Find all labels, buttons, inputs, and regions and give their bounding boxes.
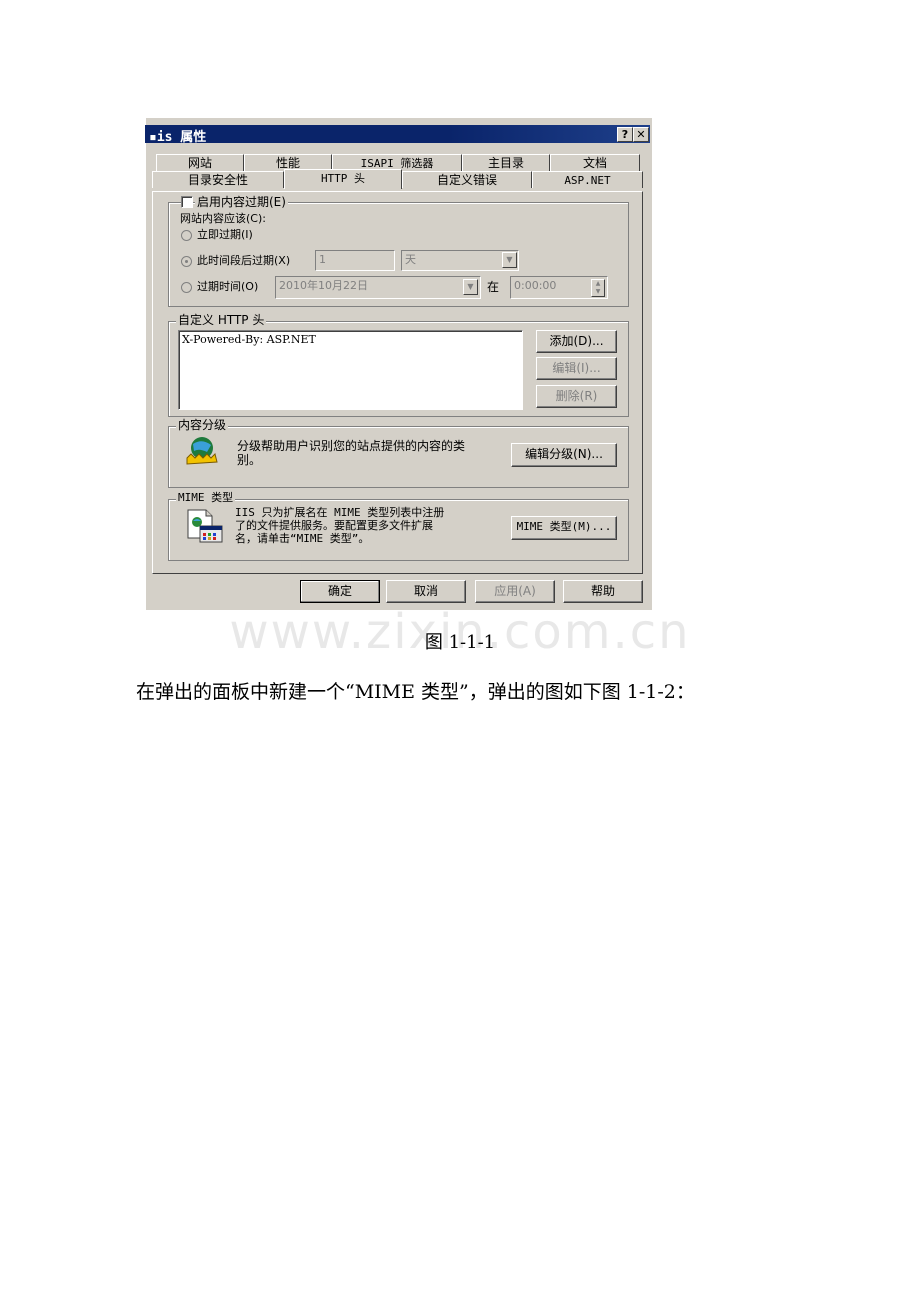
add-header-button[interactable]: 添加(D)... <box>536 330 617 353</box>
mime-types-button[interactable]: MIME 类型(M)... <box>511 516 617 540</box>
content-rating-label: 内容分级 <box>176 418 229 432</box>
body-paragraph: 在弹出的面板中新建一个“MIME 类型”，弹出的图如下图 1-1-2： <box>136 681 695 703</box>
edit-rating-button[interactable]: 编辑分级(N)... <box>511 443 617 467</box>
expire-on-radio[interactable] <box>181 282 192 293</box>
rating-globe-icon <box>186 437 218 465</box>
rating-text-2: 别。 <box>237 453 262 467</box>
mime-text-2: 了的文件提供服务。要配置更多文件扩展 <box>235 519 433 532</box>
list-item[interactable]: X-Powered-By: ASP.NET <box>182 333 316 347</box>
expire-on-label: 过期时间(O) <box>197 280 259 293</box>
screenshot-dialog: ▪is 属性 ? ✕ 网站 性能 ISAPI 筛选器 主目录 文档 目录安全性 … <box>142 118 652 610</box>
title-bar: ▪is 属性 ? ✕ <box>145 125 650 145</box>
tab-documents[interactable]: 文档 <box>550 154 640 171</box>
ok-button[interactable]: 确定 <box>300 580 380 603</box>
figure-caption: 图 1-1-1 <box>424 632 496 653</box>
tab-home-directory[interactable]: 主目录 <box>462 154 550 171</box>
http-headers-list[interactable]: X-Powered-By: ASP.NET <box>178 330 523 410</box>
custom-http-label: 自定义 HTTP 头 <box>176 313 267 327</box>
period-unit-value: 天 <box>405 253 416 266</box>
apply-button[interactable]: 应用(A) <box>475 580 555 603</box>
help-button[interactable]: 帮助 <box>563 580 643 603</box>
edit-header-button[interactable]: 编辑(I)... <box>536 357 617 380</box>
expire-date-value: 2010年10月22日 <box>279 279 368 292</box>
expire-immediately-label: 立即过期(I) <box>197 228 253 241</box>
period-value-input[interactable]: 1 <box>315 250 395 271</box>
tab-http-headers[interactable]: HTTP 头 <box>284 169 402 189</box>
expire-after-label: 此时间段后过期(X) <box>197 254 291 267</box>
at-label: 在 <box>487 280 500 294</box>
content-should-label: 网站内容应该(C): <box>180 212 266 225</box>
tab-website[interactable]: 网站 <box>156 154 244 171</box>
rating-text-1: 分级帮助用户识别您的站点提供的内容的类 <box>237 439 466 453</box>
chevron-down-icon[interactable]: ▼ <box>502 252 517 268</box>
remove-header-button[interactable]: 删除(R) <box>536 385 617 408</box>
time-spinner[interactable]: ▲ ▼ <box>591 279 605 297</box>
mime-document-icon <box>187 509 223 543</box>
help-icon[interactable]: ? <box>617 127 633 142</box>
expire-time-value: 0:00:00 <box>514 279 557 292</box>
chevron-down-icon[interactable]: ▼ <box>463 279 478 295</box>
expire-immediately-radio[interactable] <box>181 230 192 241</box>
cancel-button[interactable]: 取消 <box>386 580 466 603</box>
mime-group-label: MIME 类型 <box>176 491 236 505</box>
enable-expire-label: 启用内容过期(E) <box>195 195 288 209</box>
close-icon[interactable]: ✕ <box>633 127 649 142</box>
tab-custom-errors[interactable]: 自定义错误 <box>402 171 532 188</box>
mime-text-3: 名，请单击“MIME 类型”。 <box>235 532 370 545</box>
expire-after-radio[interactable] <box>181 256 192 267</box>
tab-panel: 启用内容过期(E) 网站内容应该(C): 立即过期(I) 此时间段后过期(X) … <box>152 191 643 574</box>
tab-aspnet[interactable]: ASP.NET <box>532 171 643 188</box>
enable-expire-checkbox[interactable] <box>181 196 193 208</box>
tab-directory-security[interactable]: 目录安全性 <box>152 171 284 188</box>
left-edge <box>142 118 146 610</box>
expire-date-input[interactable]: 2010年10月22日 <box>275 276 481 299</box>
mime-text-1: IIS 只为扩展名在 MIME 类型列表中注册 <box>235 506 445 519</box>
window-title: ▪is 属性 <box>149 130 207 145</box>
